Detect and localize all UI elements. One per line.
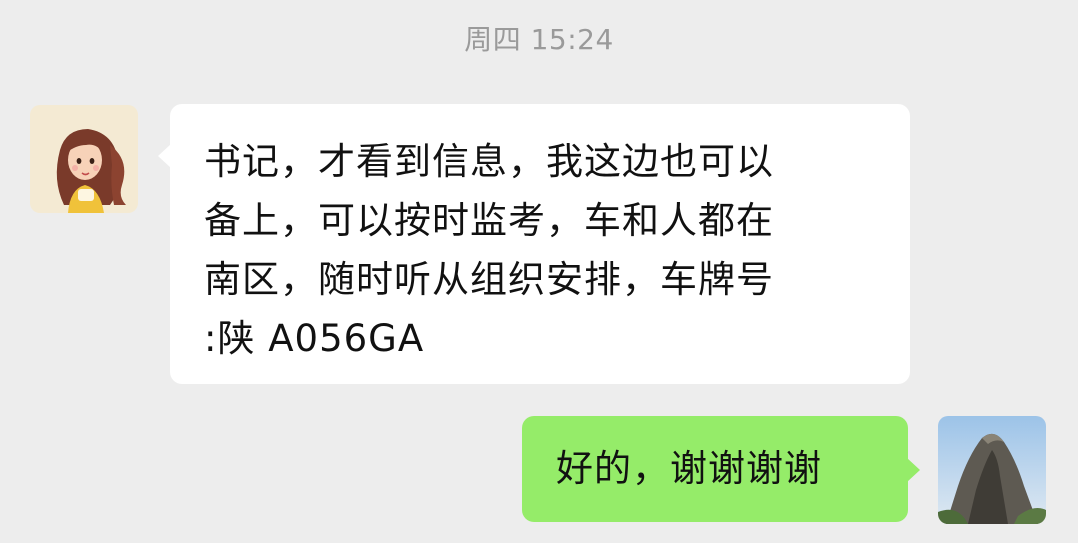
mountain-peak-avatar-icon	[938, 416, 1046, 524]
sent-message-bubble[interactable]: 好的，谢谢谢谢	[522, 416, 920, 522]
sent-message-text: 好的，谢谢谢谢	[556, 447, 822, 490]
cartoon-girl-avatar-icon	[30, 105, 138, 213]
self-avatar[interactable]	[938, 416, 1046, 524]
sender-avatar[interactable]	[30, 105, 138, 213]
received-message-text: 书记，才看到信息，我这边也可以 备上，可以按时监考，车和人都在 南区，随时听从组…	[204, 140, 774, 360]
received-message-bubble[interactable]: 书记，才看到信息，我这边也可以 备上，可以按时监考，车和人都在 南区，随时听从组…	[158, 104, 910, 384]
message-timestamp: 周四 15:24	[464, 23, 614, 56]
